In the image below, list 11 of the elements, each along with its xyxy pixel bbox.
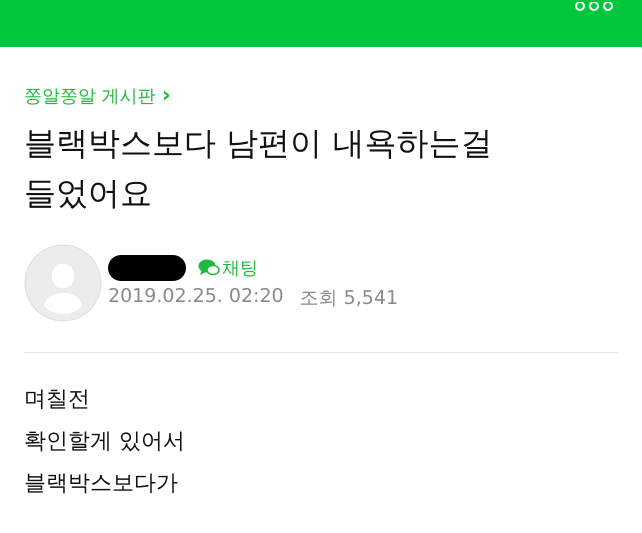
post-title: 블랙박스보다 남편이 내욕하는걸 들었어요 xyxy=(24,123,494,214)
avatar-icon xyxy=(24,244,102,322)
more-icon[interactable] xyxy=(574,2,614,14)
post-date: 2019.02.25. 02:20 xyxy=(108,285,284,309)
board-link[interactable]: 쫑알쫑알 게시판 › xyxy=(24,84,171,108)
chat-bubble-icon xyxy=(198,259,220,277)
chat-link[interactable]: 채팅 xyxy=(198,256,258,280)
body-text: 확인할게 있어서 xyxy=(24,428,186,456)
view-count: 조회 5,541 xyxy=(300,286,398,311)
body-text: 며칠전 xyxy=(24,386,91,414)
body-text: 블랙박스보다가 xyxy=(24,470,179,498)
